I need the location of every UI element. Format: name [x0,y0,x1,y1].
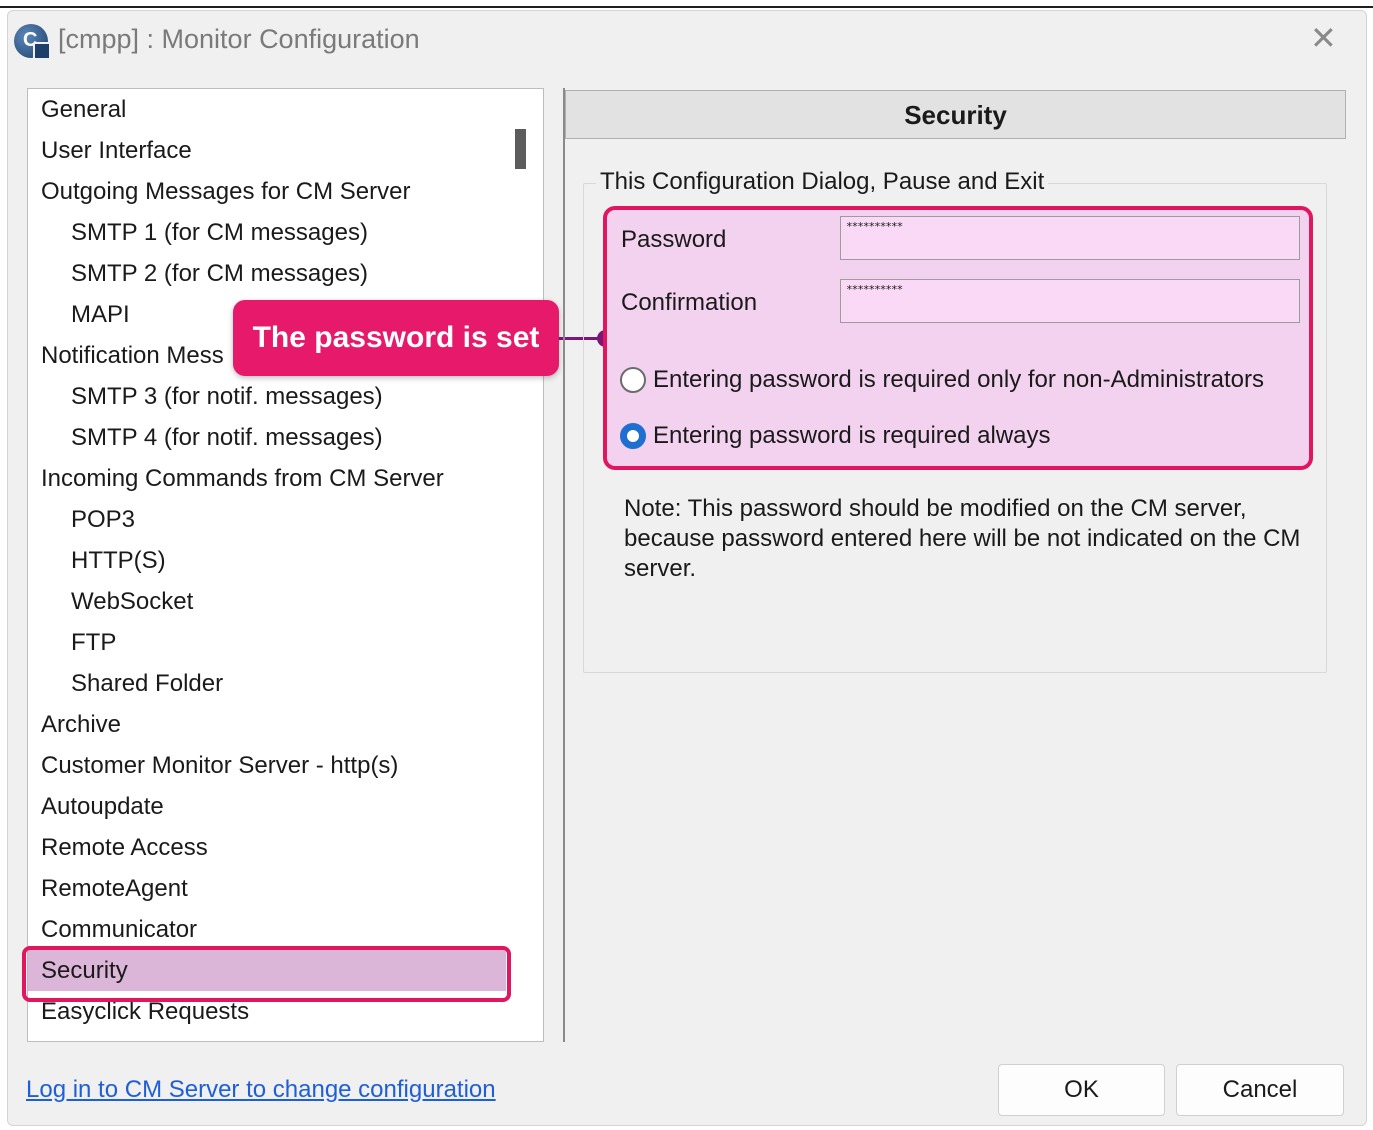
tree-item-smtp-3-for-notif-messages[interactable]: SMTP 3 (for notif. messages) [28,376,506,417]
tree-item-autoupdate[interactable]: Autoupdate [28,786,506,827]
password-field[interactable]: ********** [840,216,1300,260]
tree-item-smtp-4-for-notif-messages[interactable]: SMTP 4 (for notif. messages) [28,417,506,458]
config-tree-list: General User Interface Outgoing Messages f… [28,89,506,1032]
window-title: [cmpp] : Monitor Configuration [58,24,420,54]
tree-item-websocket[interactable]: WebSocket [28,581,506,622]
tree-item-general[interactable]: General [28,89,506,130]
login-link[interactable]: Log in to CM Server to change configurat… [26,1076,496,1104]
tree-item-customer-monitor-server-http-s[interactable]: Customer Monitor Server - http(s) [28,745,506,786]
ok-button[interactable]: OK [998,1064,1165,1116]
tree-item-archive[interactable]: Archive [28,704,506,745]
tree-item-user-interface[interactable]: User Interface [28,130,506,171]
app-icon-badge [33,42,51,60]
radio-always-option[interactable]: Entering password is required always [620,420,1051,452]
radio-always-label: Entering password is required always [653,422,1051,449]
tree-item-smtp-1-for-cm-messages[interactable]: SMTP 1 (for CM messages) [28,212,506,253]
panel-title: Security [565,90,1346,139]
close-icon[interactable]: ✕ [1310,22,1337,54]
app-icon: C [14,24,51,60]
group-title: This Configuration Dialog, Pause and Exi… [596,168,1049,196]
top-border-line [0,6,1373,8]
tree-scrollbar-thumb[interactable] [515,129,526,169]
tree-item-ftp[interactable]: FTP [28,622,506,663]
tree-item-incoming-commands-from-cm-server[interactable]: Incoming Commands from CM Server [28,458,506,499]
config-tree[interactable]: General User Interface Outgoing Messages f… [27,88,544,1042]
radio-non-admin-option[interactable]: Entering password is required only for n… [620,364,1264,396]
tree-item-remote-access[interactable]: Remote Access [28,827,506,868]
tree-item-communicator[interactable]: Communicator [28,909,506,950]
tree-item-easyclick-requests[interactable]: Easyclick Requests [28,991,506,1032]
tree-item-remoteagent[interactable]: RemoteAgent [28,868,506,909]
tree-item-pop3[interactable]: POP3 [28,499,506,540]
password-set-callout: The password is set [233,300,559,376]
radio-non-admin-label: Entering password is required only for n… [653,366,1264,393]
radio-button-checked[interactable] [620,423,646,449]
password-label: Password [621,226,727,253]
tree-item-http-s[interactable]: HTTP(S) [28,540,506,581]
cancel-button[interactable]: Cancel [1176,1064,1344,1116]
password-note: Note: This password should be modified o… [624,495,1301,582]
tree-item-shared-folder[interactable]: Shared Folder [28,663,506,704]
confirmation-field[interactable]: ********** [840,279,1300,323]
radio-button-unchecked[interactable] [620,367,646,393]
tree-item-smtp-2-for-cm-messages[interactable]: SMTP 2 (for CM messages) [28,253,506,294]
tree-item-security[interactable]: Security [28,950,506,991]
tree-item-outgoing-messages-for-cm-server[interactable]: Outgoing Messages for CM Server [28,171,506,212]
confirmation-label: Confirmation [621,289,758,316]
